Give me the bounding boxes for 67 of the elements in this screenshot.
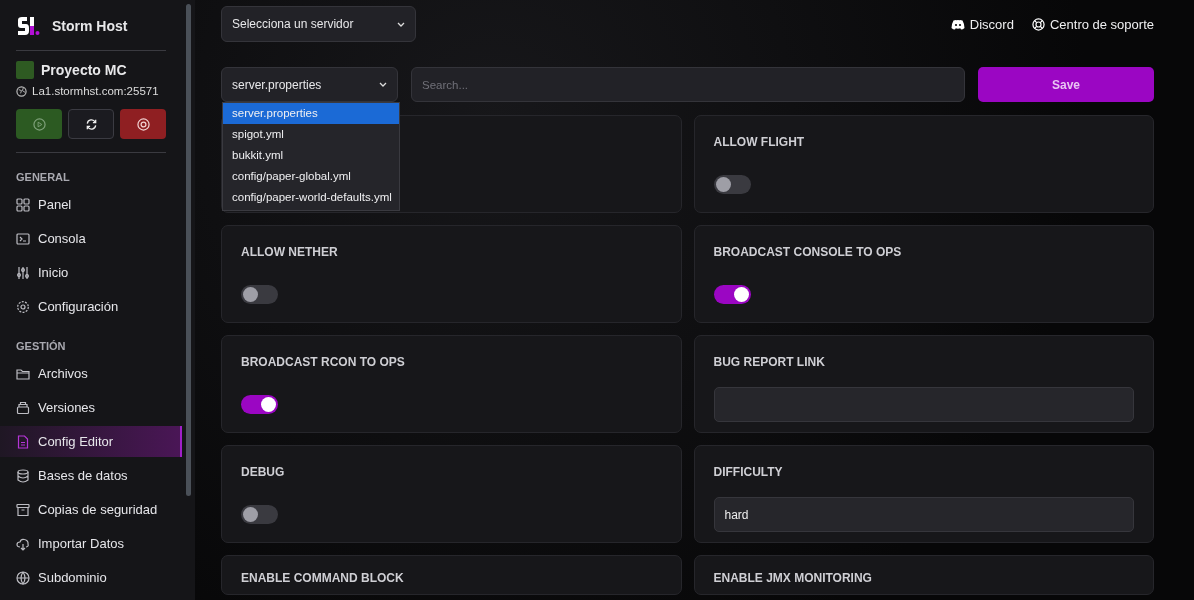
restart-button[interactable] [68, 109, 114, 139]
settings-icon [16, 299, 30, 314]
nav-item[interactable]: Versiones [0, 392, 182, 423]
chevron-down-icon [397, 21, 405, 27]
dropdown-option[interactable]: bukkit.yml [223, 145, 399, 166]
nav-item[interactable]: Consola [0, 223, 182, 254]
game-controller-icon [950, 18, 965, 30]
database-icon [16, 468, 30, 483]
toggle-switch[interactable] [713, 175, 751, 194]
logo-icon [16, 16, 40, 36]
search-field[interactable]: Search... [411, 67, 965, 102]
stop-button[interactable] [120, 109, 166, 139]
setting-title: BROADCAST RCON TO OPS [241, 355, 406, 370]
nav-item[interactable]: Configuración [0, 291, 182, 322]
header-link[interactable]: Discord [950, 16, 1014, 32]
folder-icon [16, 366, 30, 381]
text-field[interactable]: hard [713, 497, 1134, 532]
nav-item[interactable]: Inicio [0, 257, 182, 288]
section-heading: GENERAL [15, 170, 71, 185]
cloud-download-icon [16, 536, 30, 551]
terminal-icon [16, 231, 30, 246]
nav-item[interactable]: Config Editor [0, 426, 182, 457]
save-button[interactable]: Save [978, 67, 1154, 102]
section-heading: GESTIÓN [15, 339, 67, 354]
setting-title: BUG REPORT LINK [713, 355, 826, 370]
project-icon [16, 61, 34, 79]
lifebuoy-icon [1031, 17, 1045, 31]
setting-title: ENABLE COMMAND BLOCK [241, 571, 405, 586]
stack-icon [16, 400, 30, 415]
file-select[interactable]: server.properties [221, 67, 398, 102]
refresh-icon [84, 117, 98, 131]
toggle-switch[interactable] [241, 505, 278, 524]
start-button[interactable] [16, 109, 62, 139]
setting-title: BROADCAST CONSOLE TO OPS [713, 245, 903, 260]
project-name: Proyecto MC [41, 62, 127, 78]
dropdown-option[interactable]: spigot.yml [223, 124, 399, 145]
stop-icon [136, 117, 150, 131]
brand-name: Storm Host [52, 18, 128, 34]
globe-icon [16, 85, 27, 97]
setting-title: DEBUG [241, 465, 286, 480]
dropdown-option[interactable]: config/paper-world-defaults.yml [223, 187, 399, 208]
setting-title: ALLOW FLIGHT [713, 135, 806, 150]
toggle-switch[interactable] [713, 285, 751, 304]
archive-box-icon [16, 502, 30, 517]
grid-icon [16, 197, 30, 212]
globe-icon [16, 570, 30, 585]
sliders-icon [16, 265, 30, 280]
dropdown-option[interactable]: server.properties [223, 103, 399, 124]
nav-item[interactable]: Archivos [0, 358, 182, 389]
document-icon [16, 434, 30, 449]
nav-item[interactable]: Bases de datos [0, 460, 182, 491]
chevron-down-icon [379, 82, 387, 87]
header-link[interactable]: Centro de soporte [1031, 16, 1154, 32]
toggle-switch[interactable] [241, 395, 278, 414]
play-icon [32, 117, 46, 131]
setting-title: ALLOW NETHER [241, 245, 339, 260]
setting-title: DIFFICULTY [713, 465, 784, 480]
nav-item[interactable]: Panel [0, 189, 182, 220]
server-address: La1.stormhst.com:25571 [32, 85, 159, 97]
dropdown-option[interactable]: config/paper-global.yml [223, 166, 399, 187]
text-field[interactable] [713, 387, 1134, 422]
nav-item[interactable]: Importar Datos [0, 528, 182, 559]
nav-item[interactable]: Subdominio [0, 562, 182, 593]
server-select[interactable]: Selecciona un servidor [221, 6, 416, 42]
nav-item[interactable]: Copias de seguridad [0, 494, 182, 525]
setting-title: ENABLE JMX MONITORING [713, 571, 873, 586]
toggle-switch[interactable] [241, 285, 278, 304]
